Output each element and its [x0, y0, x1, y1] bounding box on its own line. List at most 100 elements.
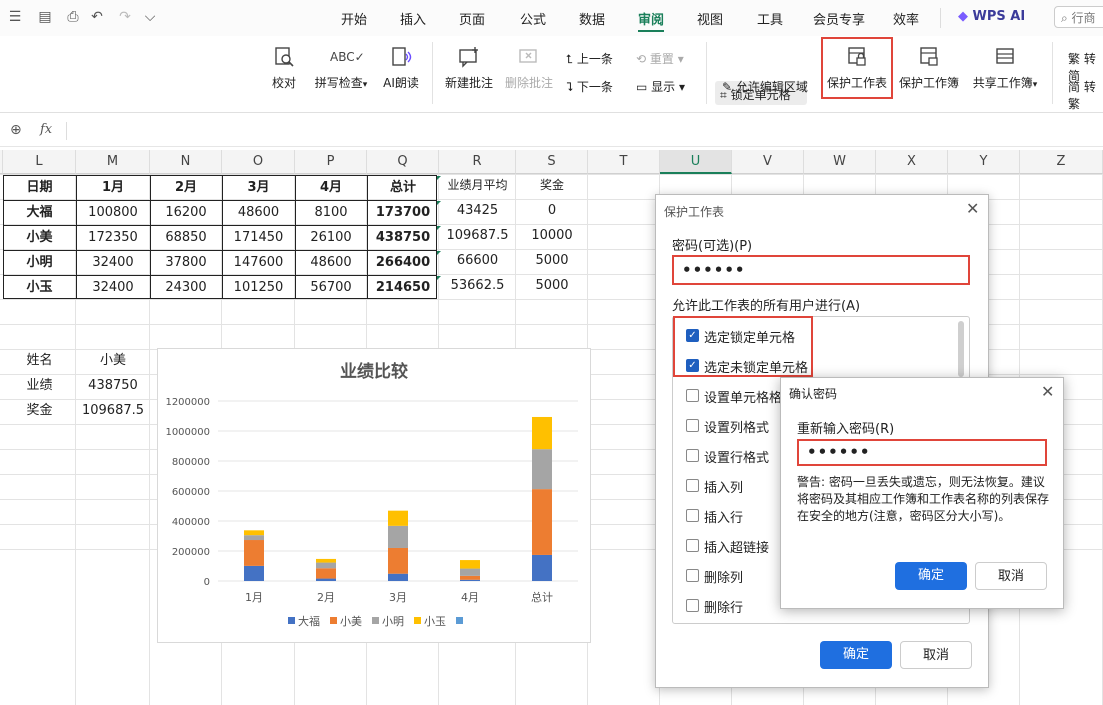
table-header-cell[interactable]: 1月: [76, 175, 150, 200]
column-header-p[interactable]: P: [295, 150, 367, 174]
bonus-cell[interactable]: 0: [516, 198, 588, 223]
bonus-cell[interactable]: 10000: [516, 223, 588, 248]
next-comment-button[interactable]: ⮧ 下一条: [566, 78, 613, 95]
table-cell[interactable]: 48600: [222, 200, 295, 225]
bonus-cell[interactable]: 5000: [516, 273, 588, 298]
checkbox[interactable]: [686, 419, 699, 432]
table-cell[interactable]: 16200: [150, 200, 222, 225]
table-cell[interactable]: 438750: [367, 225, 439, 250]
column-header-x[interactable]: X: [876, 150, 948, 174]
bonus-cell[interactable]: 66600: [439, 248, 516, 273]
bonus-cell[interactable]: 53662.5: [439, 273, 516, 298]
table-cell[interactable]: 大福: [3, 200, 76, 225]
menu-member[interactable]: 会员专享: [813, 9, 865, 28]
checkbox[interactable]: [686, 389, 699, 402]
table-cell[interactable]: 147600: [222, 250, 295, 275]
confirm-password-input[interactable]: ••••••: [797, 439, 1047, 466]
lookup-cell[interactable]: 109687.5: [76, 398, 150, 423]
table-cell[interactable]: 32400: [76, 250, 150, 275]
table-cell[interactable]: 37800: [150, 250, 222, 275]
ai-read-button[interactable]: AI朗读: [380, 46, 422, 91]
table-cell[interactable]: 100800: [76, 200, 150, 225]
table-header-cell[interactable]: 4月: [295, 175, 367, 200]
checkbox[interactable]: [686, 599, 699, 612]
table-cell[interactable]: 171450: [222, 225, 295, 250]
column-header-u[interactable]: U: [660, 150, 732, 174]
table-cell[interactable]: 68850: [150, 225, 222, 250]
menu-view[interactable]: 视图: [697, 9, 723, 28]
checkbox[interactable]: ✓: [686, 329, 699, 342]
quick-dropdown-icon[interactable]: ⌵: [141, 8, 159, 26]
share-book-button[interactable]: 共享工作簿▾: [968, 46, 1042, 91]
password-input[interactable]: ••••••: [672, 255, 970, 285]
search-input[interactable]: ⌕ 行商: [1054, 6, 1103, 28]
table-cell[interactable]: 214650: [367, 275, 439, 300]
wps-ai-menu[interactable]: ◆ WPS AI: [958, 9, 1025, 24]
checkbox[interactable]: [686, 509, 699, 522]
prev-comment-button[interactable]: ⮤ 上一条: [566, 50, 613, 67]
table-header-cell[interactable]: 日期: [3, 175, 76, 200]
close-icon[interactable]: ✕: [1041, 382, 1054, 401]
close-icon[interactable]: ✕: [966, 199, 979, 218]
save-icon[interactable]: ▤: [36, 8, 54, 26]
print-preview-icon[interactable]: ⎙: [64, 8, 82, 26]
checkbox[interactable]: [686, 539, 699, 552]
lookup-cell[interactable]: 小美: [76, 348, 150, 373]
reset-button[interactable]: ⟲ 重置 ▾: [636, 50, 684, 67]
table-cell[interactable]: 173700: [367, 200, 439, 225]
column-header-r[interactable]: R: [439, 150, 516, 174]
table-header-cell[interactable]: 3月: [222, 175, 295, 200]
column-header-s[interactable]: S: [516, 150, 588, 174]
table-cell[interactable]: 26100: [295, 225, 367, 250]
table-cell[interactable]: 101250: [222, 275, 295, 300]
table-cell[interactable]: 24300: [150, 275, 222, 300]
table-cell[interactable]: 小美: [3, 225, 76, 250]
column-header-l[interactable]: L: [3, 150, 76, 174]
table-header-cell[interactable]: 2月: [150, 175, 222, 200]
column-header-y[interactable]: Y: [948, 150, 1020, 174]
table-cell[interactable]: 48600: [295, 250, 367, 275]
redo-icon[interactable]: ↷: [116, 8, 134, 26]
stacked-bar-chart[interactable]: 业绩比较 0 200000 400000 600000 800000 1000000 1200…: [157, 348, 591, 643]
delete-comment-button[interactable]: 删除批注: [503, 46, 555, 91]
column-header-q[interactable]: Q: [367, 150, 439, 174]
checkbox[interactable]: [686, 479, 699, 492]
new-comment-button[interactable]: 新建批注: [443, 46, 495, 91]
ok-button[interactable]: 确定: [820, 641, 892, 669]
lookup-cell[interactable]: 奖金: [3, 398, 76, 423]
bonus-cell[interactable]: 5000: [516, 248, 588, 273]
table-cell[interactable]: 266400: [367, 250, 439, 275]
spell-check-button[interactable]: ABC✓ 拼写检查▾: [310, 46, 372, 91]
simp-to-trad-button[interactable]: 简 转繁: [1068, 78, 1103, 112]
menu-tools[interactable]: 工具: [757, 9, 783, 28]
table-cell[interactable]: 172350: [76, 225, 150, 250]
show-comments-button[interactable]: ▭ 显示 ▾: [636, 78, 685, 95]
undo-icon[interactable]: ↶: [88, 8, 106, 26]
column-header-n[interactable]: N: [150, 150, 222, 174]
lookup-cell[interactable]: 业绩: [3, 373, 76, 398]
column-header-t[interactable]: T: [588, 150, 660, 174]
lookup-cell[interactable]: 姓名: [3, 348, 76, 373]
scrollbar-thumb[interactable]: [958, 321, 964, 377]
menu-review[interactable]: 审阅: [638, 9, 664, 28]
checkbox[interactable]: ✓: [686, 359, 699, 372]
lookup-cell[interactable]: 438750: [76, 373, 150, 398]
column-header-z[interactable]: Z: [1020, 150, 1103, 174]
zoom-icon[interactable]: ⊕: [10, 122, 22, 138]
menu-home[interactable]: 开始: [341, 9, 367, 28]
column-header-w[interactable]: W: [804, 150, 876, 174]
proofread-button[interactable]: 校对: [268, 46, 300, 91]
table-cell[interactable]: 8100: [295, 200, 367, 225]
protect-book-button[interactable]: 保护工作簿: [897, 46, 961, 91]
column-header-v[interactable]: V: [732, 150, 804, 174]
formula-input[interactable]: [70, 118, 1100, 144]
table-header-cell[interactable]: 总计: [367, 175, 439, 200]
toggle-icon[interactable]: ☰: [6, 8, 24, 26]
fx-icon[interactable]: fx: [40, 122, 52, 137]
menu-formula[interactable]: 公式: [520, 9, 546, 28]
bonus-cell[interactable]: 109687.5: [439, 223, 516, 248]
menu-data[interactable]: 数据: [579, 9, 605, 28]
checkbox[interactable]: [686, 449, 699, 462]
bonus-cell[interactable]: 43425: [439, 198, 516, 223]
table-cell[interactable]: 小明: [3, 250, 76, 275]
